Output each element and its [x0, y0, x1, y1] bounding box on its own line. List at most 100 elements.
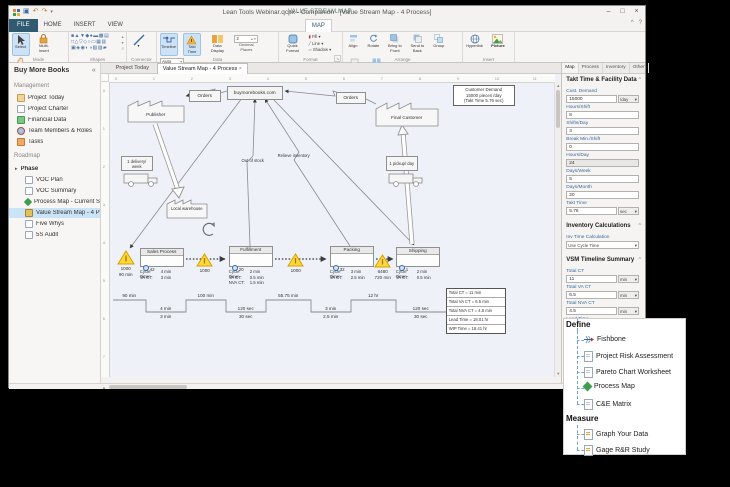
process-box-fulfillment[interactable]: Fulfillment 20	[229, 246, 273, 267]
timeline-button[interactable]: Timeline	[160, 33, 178, 56]
tool-item-fishbone[interactable]: Fishbone	[584, 335, 626, 344]
tab-insert[interactable]: INSERT	[68, 19, 102, 32]
sidebar-item-project-today[interactable]: Project Today	[9, 93, 100, 103]
shadow-button[interactable]: ▱ Shadow ▾	[308, 47, 331, 54]
tab-map[interactable]: MAP	[305, 19, 332, 32]
tool-item-ce-matrix[interactable]: C&E Matrix	[584, 399, 631, 410]
shapes-gallery[interactable]: ■▲▼◆●▬▩▤ □△▽◇○▭▦▥ ▣◈◉◐◑▧▨▰	[71, 33, 121, 51]
close-button[interactable]: ×	[630, 7, 643, 17]
total-va-ct-field[interactable]: 6.5	[566, 291, 617, 299]
takt-time-input[interactable]: 5.76	[566, 207, 617, 215]
shapes-gallery-scroll[interactable]: ▴▾≡	[122, 34, 124, 52]
inv-time-calc-select[interactable]: Use Cycle Time▾	[566, 241, 639, 249]
scroll-left-icon[interactable]: ▲	[101, 384, 107, 391]
rotate-button[interactable]: Rotate	[366, 33, 381, 56]
bring-to-front-button[interactable]: Bring to Front	[386, 33, 403, 56]
sidebar-collapse-icon[interactable]: «	[92, 67, 96, 74]
doctab-value-stream-map[interactable]: Value Stream Map - 4 Process ×	[157, 63, 248, 74]
orders-label-box[interactable]: Orders	[336, 92, 366, 104]
truck2-label-box[interactable]: 1 pickup/ day	[386, 156, 418, 171]
sidebar-item-five-whys[interactable]: Five Whys	[9, 219, 100, 229]
total-nva-ct-unit-select[interactable]: min▾	[618, 307, 639, 315]
truck1-label-box[interactable]: 1 delivery/ week	[121, 156, 153, 171]
hyperlink-button[interactable]: Hyperlink	[466, 33, 484, 56]
tab-file[interactable]: FILE	[9, 19, 38, 32]
orders-label-box[interactable]: Orders	[189, 90, 221, 102]
takt-time-unit-select[interactable]: sec▾	[618, 207, 639, 215]
inventory-triangle[interactable]	[118, 251, 134, 264]
sidebar-item-tasks[interactable]: Tasks	[9, 137, 100, 147]
takt-time-button[interactable]: Takt Time	[183, 33, 201, 56]
truck-icon[interactable]	[124, 174, 157, 186]
sidebar-item-5s-audit[interactable]: 5S Audit	[9, 230, 100, 240]
collapse-ribbon-icon[interactable]: ^	[631, 20, 634, 26]
total-va-ct-unit-select[interactable]: min▾	[618, 291, 639, 299]
scrollbar-thumb[interactable]	[556, 90, 560, 128]
quick-format-button[interactable]: Quick Format	[282, 33, 304, 56]
collapse-section-icon[interactable]: ^	[639, 257, 641, 263]
total-nva-ct-field[interactable]: 4.5	[566, 307, 617, 315]
tab-process[interactable]: Process	[579, 63, 603, 73]
inventory-triangle[interactable]	[375, 255, 390, 267]
total-ct-unit-select[interactable]: min▾	[618, 275, 639, 283]
tab-map[interactable]: Map	[562, 63, 578, 73]
sidebar-item-value-stream-map[interactable]: Value Stream Map - 4 Process	[9, 208, 100, 218]
shipment-arrow-publisher-to-warehouse[interactable]	[155, 124, 184, 198]
tool-item-pareto-chart-worksheet[interactable]: Pareto Chart Worksheet	[584, 367, 671, 378]
customer-demand-note[interactable]: Customer Demand 15000 pieces /day (Takt …	[453, 85, 515, 106]
help-icon[interactable]: ?	[639, 20, 642, 26]
inventory-triangle[interactable]	[197, 254, 212, 266]
inventory-triangle[interactable]	[288, 254, 303, 266]
tool-item-graph-your-data[interactable]: Graph Your Data	[584, 429, 648, 440]
relieve-inventory-arrow[interactable]	[265, 99, 350, 246]
canvas-horizontal-scrollbar[interactable]: ▲	[9, 383, 645, 389]
sidebar-item-team-members[interactable]: Team Members & Roles	[9, 126, 100, 136]
data-display-button[interactable]: Data Display	[206, 33, 228, 56]
restore-button[interactable]: □	[616, 7, 629, 17]
group-button[interactable]: Group	[431, 33, 446, 56]
connector-button[interactable]: ▾	[130, 33, 148, 56]
out-of-stock-arrow[interactable]	[247, 99, 255, 246]
total-ct-field[interactable]: 11	[566, 275, 617, 283]
sidebar-item-voc-summary[interactable]: VOC Summary	[9, 186, 100, 196]
cust-demand-unit-select[interactable]: /day▾	[618, 95, 639, 103]
sidebar-item-project-charter[interactable]: Project Charter	[9, 104, 100, 114]
break-min-input[interactable]: 0	[566, 143, 639, 151]
cust-demand-input[interactable]: 15000	[566, 95, 617, 103]
tool-item-process-map[interactable]: Process Map	[584, 383, 635, 390]
multi-insert-button[interactable]: Multi-Insert	[35, 33, 53, 56]
days-week-input[interactable]: 5	[566, 175, 639, 183]
hours-shift-input[interactable]: 8	[566, 111, 639, 119]
minimize-button[interactable]: –	[602, 7, 615, 17]
sidebar-item-financial-data[interactable]: Financial Data	[9, 115, 100, 125]
tab-home[interactable]: HOME	[38, 19, 68, 32]
hub-box[interactable]: buymorebooks.com	[227, 86, 283, 100]
sidebar-item-voc-plan[interactable]: VOC Plan	[9, 175, 100, 185]
collapse-section-icon[interactable]: ^	[639, 77, 641, 83]
scrollbar-thumb[interactable]	[109, 385, 187, 389]
close-tab-icon[interactable]: ×	[239, 66, 242, 72]
select-button[interactable]: Select	[12, 33, 30, 56]
align-button[interactable]: Align	[346, 33, 361, 56]
expander-icon[interactable]: ▸	[15, 166, 18, 172]
tool-item-gage-rr-study[interactable]: Gage R&R Study	[584, 445, 650, 456]
tab-view[interactable]: VIEW	[102, 19, 129, 32]
sidebar-item-process-map-current[interactable]: Process Map - Current State	[9, 197, 100, 207]
shifts-day-input[interactable]: 3	[566, 127, 639, 135]
tab-inventory[interactable]: Inventory	[603, 63, 630, 73]
shipment-arrow-shipping-to-customer[interactable]	[398, 125, 412, 244]
rework-loop-icon[interactable]	[203, 223, 214, 235]
process-box-sales[interactable]: Sales Process 42	[140, 248, 184, 267]
map-canvas[interactable]: 01 23 45 67 89 1011 01 23 45 67 ▲ ▼	[101, 74, 562, 377]
doctab-project-today[interactable]: Project Today	[111, 63, 154, 74]
timeline-summary-box[interactable]: Total CT = 11 min Total VA CT = 6.5 min …	[446, 288, 506, 334]
days-month-input[interactable]: 20	[566, 191, 639, 199]
process-box-packing[interactable]: Packing 32	[330, 246, 374, 267]
send-to-back-button[interactable]: Send to Back	[409, 33, 426, 56]
process-box-shipping[interactable]: Shipping 1	[396, 247, 440, 267]
tab-other[interactable]: Other	[630, 63, 649, 73]
collapse-section-icon[interactable]: ^	[639, 223, 641, 229]
roadmap-phase-node[interactable]: ▸Phase	[9, 164, 100, 174]
tool-item-project-risk-assessment[interactable]: Project Risk Assessment	[584, 351, 673, 362]
picture-button[interactable]: Picture	[489, 33, 507, 56]
